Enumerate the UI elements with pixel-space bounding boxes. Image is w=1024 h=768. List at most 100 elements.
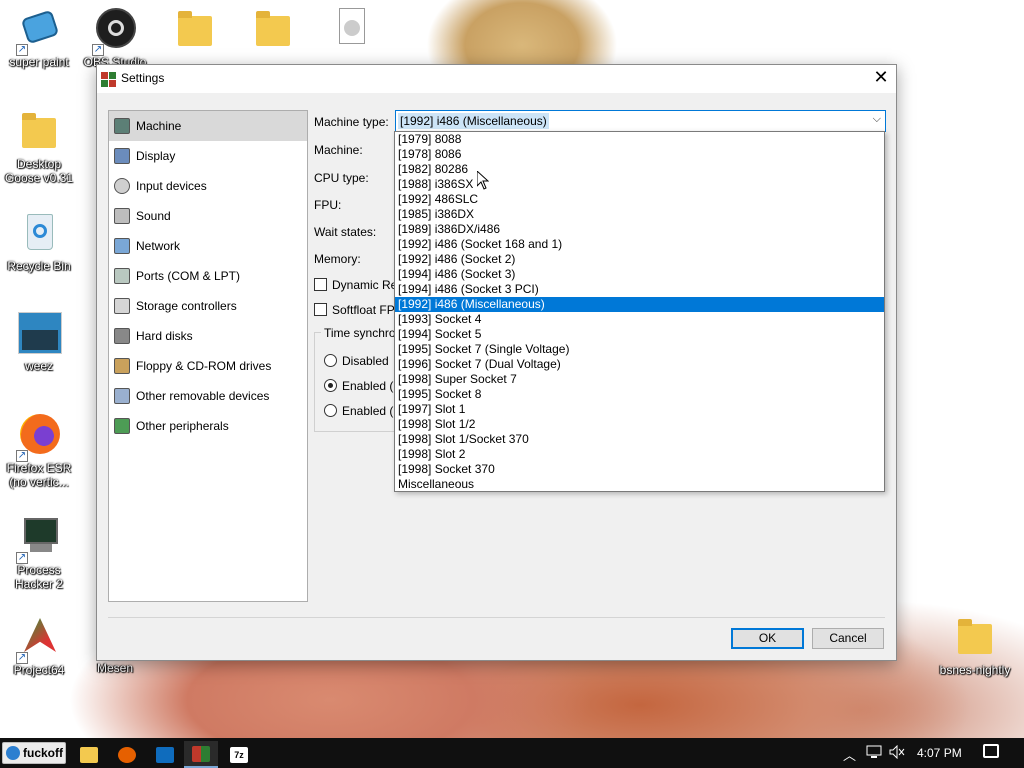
time-sync-enabled-local-radio[interactable]: [324, 379, 337, 392]
dropdown-option[interactable]: [1997] Slot 1: [395, 402, 884, 417]
dialog-title: Settings: [121, 71, 165, 85]
category-network[interactable]: Network: [109, 231, 307, 261]
category-floppy-cdrom[interactable]: Floppy & CD-ROM drives: [109, 351, 307, 381]
category-label: Input devices: [136, 179, 207, 193]
category-machine[interactable]: Machine: [109, 111, 307, 141]
file-explorer-icon: [80, 746, 98, 763]
dropdown-option[interactable]: [1998] Slot 1/2: [395, 417, 884, 432]
softfloat-fpu-label: Softfloat FP: [332, 303, 395, 317]
category-label: Floppy & CD-ROM drives: [136, 359, 272, 373]
desktop-icon-weez[interactable]: weez: [0, 310, 80, 373]
start-label: fuckoff: [23, 746, 63, 760]
desktop-icon-project64[interactable]: ↗ Project64: [0, 614, 80, 677]
taskbar-86box[interactable]: [184, 741, 218, 768]
category-label: Other peripherals: [136, 419, 229, 433]
project64-icon: ↗: [16, 614, 62, 664]
dropdown-option[interactable]: [1995] Socket 7 (Single Voltage): [395, 342, 884, 357]
dropdown-option[interactable]: [1998] Slot 1/Socket 370: [395, 432, 884, 447]
dropdown-option[interactable]: [1994] i486 (Socket 3): [395, 267, 884, 282]
desktop-icon-file[interactable]: [310, 6, 392, 55]
category-other-peripherals[interactable]: Other peripherals: [109, 411, 307, 441]
taskbar-file-explorer[interactable]: [72, 741, 106, 768]
category-storage-controllers[interactable]: Storage controllers: [109, 291, 307, 321]
category-sound[interactable]: Sound: [109, 201, 307, 231]
dropdown-option[interactable]: [1992] 486SLC: [395, 192, 884, 207]
dropdown-option[interactable]: [1992] i486 (Socket 2): [395, 252, 884, 267]
taskbar-firefox[interactable]: [110, 741, 144, 768]
desktop-icon-folder-2[interactable]: [232, 6, 314, 55]
time-sync-enabled-utc-radio[interactable]: [324, 404, 337, 417]
dropdown-option[interactable]: [1988] i386SX: [395, 177, 884, 192]
dropdown-option[interactable]: [1996] Socket 7 (Dual Voltage): [395, 357, 884, 372]
desktop-icon-desktop-goose[interactable]: Desktop Goose v0.31: [0, 108, 80, 185]
folder-icon: [952, 614, 998, 660]
dropdown-option[interactable]: [1985] i386DX: [395, 207, 884, 222]
close-button[interactable]: ✕: [866, 65, 896, 91]
desktop-icon-firefox-esr[interactable]: ↗ Firefox ESR (no vertic...: [0, 412, 80, 489]
volume-muted-icon[interactable]: [889, 744, 905, 762]
action-center-icon[interactable]: [983, 744, 999, 758]
storage-controllers-icon: [114, 298, 130, 314]
taskbar-7zip[interactable]: 7z: [222, 741, 256, 768]
dropdown-option[interactable]: Miscellaneous: [395, 477, 884, 492]
category-input-devices[interactable]: Input devices: [109, 171, 307, 201]
desktop-icon-folder-1[interactable]: [154, 6, 236, 55]
cancel-button[interactable]: Cancel: [812, 628, 884, 649]
start-button[interactable]: fuckoff: [2, 742, 66, 764]
dropdown-option[interactable]: [1989] i386DX/i486: [395, 222, 884, 237]
desktop-icon-bsnes-nightly[interactable]: bsnes-nightly: [934, 614, 1016, 677]
shortcut-arrow-icon: ↗: [16, 450, 28, 462]
dropdown-option[interactable]: [1979] 8088: [395, 132, 884, 147]
category-label: Sound: [136, 209, 171, 223]
desktop-icon-obs-studio[interactable]: ↗ OBS Studio: [74, 6, 156, 69]
process-hacker-icon: ↗: [16, 514, 62, 564]
dropdown-option[interactable]: [1998] Socket 370: [395, 462, 884, 477]
desktop-icon-process-hacker[interactable]: ↗ Process Hacker 2: [0, 514, 80, 591]
taskbar: fuckoff 7z ︿ 4:07 PM: [0, 738, 1024, 768]
floppy-cdrom-icon: [114, 358, 130, 374]
7zip-icon: 7z: [230, 746, 248, 763]
machine-type-label: Machine type:: [314, 115, 389, 129]
taskbar-outlook[interactable]: [148, 741, 182, 768]
network-icon: [114, 238, 130, 254]
folder-icon: [250, 6, 296, 52]
dropdown-option[interactable]: [1978] 8086: [395, 147, 884, 162]
network-tray-icon[interactable]: [866, 745, 882, 762]
other-peripherals-icon: [114, 418, 130, 434]
taskbar-clock[interactable]: 4:07 PM: [917, 746, 962, 760]
obs-icon: ↗: [92, 6, 138, 56]
desktop-icon-recycle-bin[interactable]: Recycle Bin: [0, 210, 80, 273]
folder-icon: [172, 6, 218, 52]
dropdown-option[interactable]: [1998] Slot 2: [395, 447, 884, 462]
dropdown-option[interactable]: [1998] Super Socket 7: [395, 372, 884, 387]
softfloat-fpu-checkbox[interactable]: [314, 303, 327, 316]
dropdown-option[interactable]: [1995] Socket 8: [395, 387, 884, 402]
dropdown-option[interactable]: [1994] i486 (Socket 3 PCI): [395, 282, 884, 297]
dynamic-recompiler-checkbox[interactable]: [314, 278, 327, 291]
category-label: Storage controllers: [136, 299, 237, 313]
dropdown-option[interactable]: [1992] i486 (Miscellaneous): [395, 297, 884, 312]
dropdown-option[interactable]: [1992] i486 (Socket 168 and 1): [395, 237, 884, 252]
time-sync-disabled-radio[interactable]: [324, 354, 337, 367]
dropdown-option[interactable]: [1994] Socket 5: [395, 327, 884, 342]
dropdown-option[interactable]: [1993] Socket 4: [395, 312, 884, 327]
desktop-icon-label: Project64: [13, 663, 65, 677]
show-hidden-icons-button[interactable]: ︿: [843, 745, 856, 764]
ok-button[interactable]: OK: [731, 628, 804, 649]
time-sync-group-label: Time synchro: [321, 326, 399, 340]
outlook-icon: [156, 746, 174, 763]
category-removable-devices[interactable]: Other removable devices: [109, 381, 307, 411]
desktop-icon-label: Firefox ESR (no vertic...: [6, 461, 72, 489]
title-bar[interactable]: Settings ✕: [97, 65, 896, 93]
shortcut-arrow-icon: ↗: [16, 652, 28, 664]
category-display[interactable]: Display: [109, 141, 307, 171]
desktop-icon-label: Mesen: [96, 661, 134, 675]
desktop-icon-super-paint[interactable]: ↗ super paint: [0, 6, 80, 69]
recycle-bin-icon: [16, 210, 62, 256]
machine-icon: [114, 118, 130, 134]
dropdown-option[interactable]: [1982] 80286: [395, 162, 884, 177]
category-ports[interactable]: Ports (COM & LPT): [109, 261, 307, 291]
category-hard-disks[interactable]: Hard disks: [109, 321, 307, 351]
machine-type-dropdown-list[interactable]: [1979] 8088 [1978] 8086 [1982] 80286 [1988]…: [394, 131, 885, 492]
machine-type-select[interactable]: [1992] i486 (Miscellaneous) ⌵: [395, 110, 886, 132]
